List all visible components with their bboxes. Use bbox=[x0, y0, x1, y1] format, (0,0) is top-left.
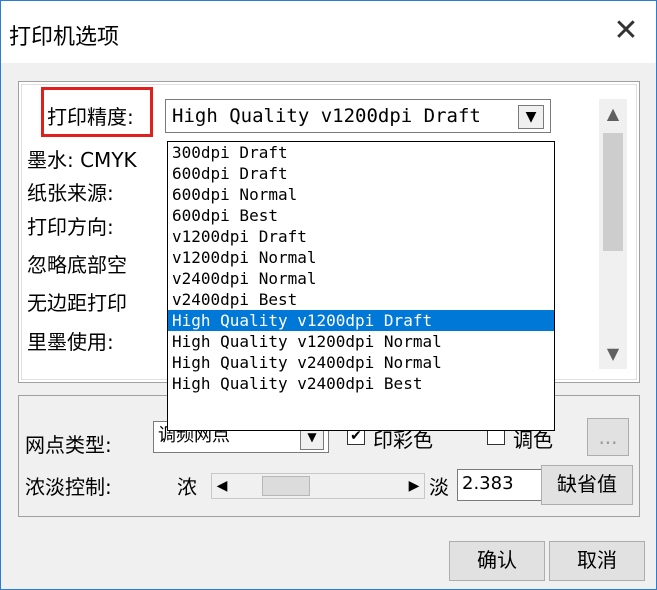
dropdown-option[interactable]: 300dpi Draft bbox=[168, 142, 554, 163]
density-slider[interactable]: ◀ ▶ bbox=[211, 473, 425, 499]
default-button[interactable]: 缺省值 bbox=[541, 465, 633, 505]
dropdown-option[interactable]: 600dpi Best bbox=[168, 205, 554, 226]
chevron-left-icon[interactable]: ◀ bbox=[212, 474, 232, 498]
halftone-label: 网点类型: bbox=[25, 433, 112, 457]
title-bar: 打印机选项 ✕ bbox=[1, 1, 656, 63]
chevron-down-icon[interactable]: ▼ bbox=[599, 339, 627, 369]
borderless-label: 无边距打印 bbox=[27, 291, 127, 315]
print-quality-label: 打印精度: bbox=[47, 105, 134, 129]
chevron-down-icon[interactable]: ▼ bbox=[518, 105, 544, 129]
window-title: 打印机选项 bbox=[9, 25, 120, 50]
settings-scrollbar[interactable]: ▲ ▼ bbox=[599, 99, 627, 369]
close-icon[interactable]: ✕ bbox=[606, 11, 646, 51]
density-thumb[interactable] bbox=[262, 476, 310, 496]
dropdown-options: 300dpi Draft 600dpi Draft 600dpi Normal 600… bbox=[168, 142, 554, 394]
ink-label: 墨水: CMYK bbox=[27, 148, 137, 172]
ok-button[interactable]: 确认 bbox=[449, 541, 545, 581]
chevron-up-icon[interactable]: ▲ bbox=[599, 99, 627, 129]
dropdown-option[interactable]: High Quality v1200dpi Draft bbox=[168, 310, 554, 331]
dropdown-option[interactable]: v2400dpi Best bbox=[168, 289, 554, 310]
paper-source-label: 纸张来源: bbox=[27, 181, 114, 205]
density-dark-label: 浓 bbox=[177, 475, 197, 499]
density-label: 浓淡控制: bbox=[25, 475, 112, 499]
print-quality-value: High Quality v1200dpi Draft bbox=[172, 105, 481, 127]
dropdown-option[interactable]: v1200dpi Normal bbox=[168, 247, 554, 268]
print-quality-dropdown[interactable]: 300dpi Draft 600dpi Draft 600dpi Normal 600… bbox=[167, 141, 555, 431]
dropdown-option[interactable]: High Quality v2400dpi Normal bbox=[168, 352, 554, 373]
black-ink-label: 里墨使用: bbox=[27, 330, 114, 354]
printer-options-dialog: 打印机选项 ✕ 打印精度: High Quality v1200dpi Draf… bbox=[0, 0, 657, 590]
density-input[interactable]: 2.383 bbox=[457, 469, 543, 501]
print-quality-select[interactable]: High Quality v1200dpi Draft ▼ bbox=[165, 99, 551, 133]
dropdown-option[interactable]: 600dpi Draft bbox=[168, 163, 554, 184]
density-light-label: 淡 bbox=[429, 475, 449, 499]
dropdown-option[interactable]: v2400dpi Normal bbox=[168, 268, 554, 289]
chevron-right-icon[interactable]: ▶ bbox=[404, 474, 424, 498]
dropdown-option[interactable]: High Quality v1200dpi Normal bbox=[168, 331, 554, 352]
dropdown-option[interactable]: v1200dpi Draft bbox=[168, 226, 554, 247]
scroll-thumb[interactable] bbox=[603, 133, 623, 251]
dropdown-option[interactable]: 600dpi Normal bbox=[168, 184, 554, 205]
orientation-label: 打印方向: bbox=[27, 215, 114, 239]
ignore-bottom-label: 忽略底部空 bbox=[27, 253, 127, 277]
cancel-button[interactable]: 取消 bbox=[549, 541, 645, 581]
dropdown-option[interactable]: High Quality v2400dpi Best bbox=[168, 373, 554, 394]
more-button[interactable]: ... bbox=[587, 418, 629, 456]
